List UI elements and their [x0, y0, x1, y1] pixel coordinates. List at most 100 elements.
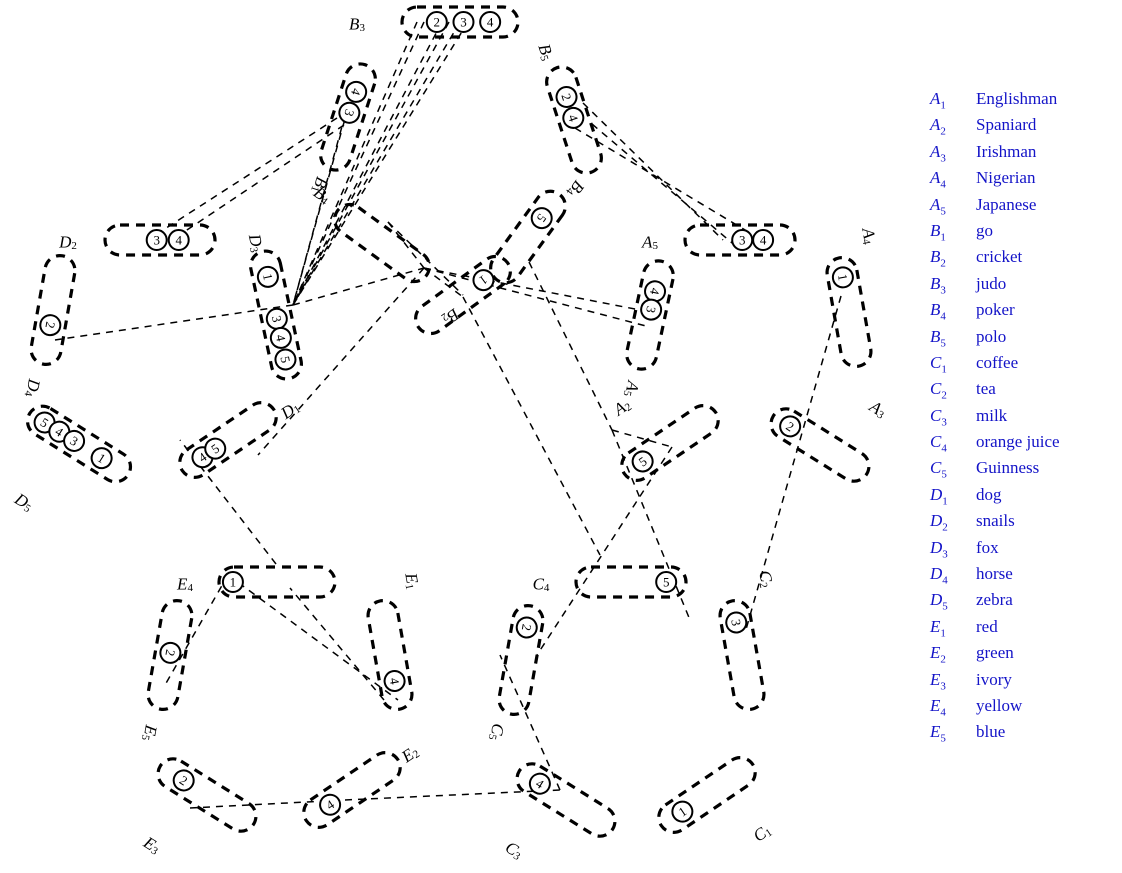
group-label-BA: B4 — [563, 177, 588, 202]
group-C1[interactable]: 1 — [653, 752, 761, 838]
legend-label: judo — [976, 273, 1007, 293]
group-D1[interactable]: 45 — [174, 397, 282, 483]
legend-row: D2 snails — [930, 511, 1120, 534]
graph-node[interactable]: 5 — [655, 571, 678, 593]
graph-node[interactable]: 2 — [776, 413, 804, 441]
group-label-E3: E3 — [139, 832, 164, 858]
group-E3[interactable]: 2 — [152, 753, 261, 837]
group-A3[interactable]: 2 — [765, 403, 874, 487]
legend-row: D5 zebra — [930, 590, 1120, 613]
graph-node[interactable]: 1 — [831, 266, 854, 289]
group-D2[interactable]: 34 — [103, 223, 217, 257]
group-label-B3: B3 — [349, 15, 365, 35]
legend-label: ivory — [976, 669, 1012, 689]
node-label: 3 — [460, 15, 467, 30]
group-capsule — [515, 762, 617, 838]
legend-symbol: E5 — [930, 722, 946, 745]
legend-label: tea — [976, 379, 996, 399]
graph-node[interactable]: 2 — [515, 616, 538, 639]
graph-node[interactable]: 4 — [383, 669, 406, 692]
graph-edge — [574, 127, 771, 246]
graph-node[interactable]: 3 — [145, 229, 168, 251]
graph-node[interactable]: 4 — [479, 11, 502, 33]
group-capsule — [769, 407, 871, 483]
group-capsule — [29, 254, 77, 366]
graph-node[interactable]: 2 — [170, 767, 198, 795]
group-D4[interactable]: 2 — [29, 253, 78, 367]
legend-symbol: D3 — [930, 537, 948, 561]
graph-node[interactable]: 2 — [159, 641, 182, 664]
graph-node[interactable]: 4 — [752, 229, 775, 251]
group-C3[interactable]: 4 — [511, 758, 620, 842]
group-A2[interactable]: 5 — [616, 400, 724, 486]
group-E5[interactable]: 2 — [146, 598, 195, 712]
group-B5[interactable]: 24 — [543, 63, 606, 177]
legend-symbol: D5 — [930, 590, 948, 613]
legend-row: E4 yellow — [930, 697, 1120, 719]
legend-symbol: C4 — [930, 432, 947, 455]
group-D5[interactable]: 5431 — [22, 401, 136, 488]
legend-row: D4 horse — [930, 564, 1120, 587]
legend-row: C3 milk — [930, 407, 1120, 429]
legend-row: D1 dog — [930, 486, 1120, 508]
group-label-B2: B2 — [439, 304, 463, 329]
group-BA[interactable]: 5 — [485, 185, 572, 288]
graph-edge — [292, 21, 450, 306]
graph-node[interactable]: 4 — [344, 79, 369, 104]
graph-edge — [159, 117, 338, 233]
graph-node[interactable]: 1 — [470, 266, 498, 294]
graph-edge — [499, 654, 561, 791]
legend-label: horse — [976, 564, 1013, 584]
graph-node[interactable]: 3 — [725, 611, 748, 634]
legend-label: snails — [976, 511, 1015, 531]
graph-node[interactable]: 2 — [425, 11, 448, 33]
graph-node[interactable]: 1 — [88, 444, 116, 472]
group-label-A4: A4 — [858, 226, 880, 247]
group-E4[interactable]: 1 — [217, 565, 337, 599]
legend-row: E3 ivory — [930, 669, 1120, 692]
graph-node[interactable]: 5 — [274, 348, 298, 372]
group-B3[interactable]: 2 3 4 — [400, 5, 520, 39]
graph-edge — [528, 261, 613, 431]
group-A5b[interactable]: 43 — [624, 258, 676, 372]
graph-node[interactable]: 3 — [265, 307, 289, 331]
graph-node[interactable]: 3 — [337, 100, 362, 125]
group-A4[interactable]: 1 — [825, 255, 874, 369]
legend-row: D3 fox — [930, 537, 1120, 561]
graph-node[interactable]: 2 — [554, 84, 579, 109]
graph-node[interactable]: 2 — [39, 314, 62, 337]
group-A5[interactable]: 34 — [683, 223, 797, 257]
legend-symbol: B5 — [930, 326, 946, 349]
legend-symbol: D2 — [930, 511, 948, 534]
group-B1[interactable]: 43 — [317, 60, 380, 174]
group-C2[interactable]: 3 — [718, 598, 767, 712]
graph-node[interactable]: 4 — [526, 770, 554, 798]
group-D3[interactable]: 1 345 — [248, 248, 304, 381]
graph-node[interactable]: 1 — [256, 265, 280, 289]
group-E2[interactable]: 4 — [298, 747, 406, 833]
graph-node[interactable]: 3 — [452, 11, 475, 33]
group-capsule — [178, 401, 278, 479]
legend-label: blue — [976, 722, 1006, 742]
group-label-E4: E4 — [176, 575, 193, 595]
legend-symbol: C2 — [930, 379, 947, 402]
graph-edge — [611, 429, 673, 448]
group-C4[interactable]: 5 — [574, 565, 688, 599]
graph-node[interactable]: 4 — [269, 326, 293, 350]
graph-node[interactable]: 4 — [561, 105, 586, 130]
graph-edge — [292, 267, 425, 306]
group-C5[interactable]: 2 — [497, 603, 546, 717]
legend-row: E5 blue — [930, 722, 1120, 745]
constraint-graph: 2 3 4B343B124B5B41B25B43 4D22D41345D35431D5… — [10, 5, 890, 863]
graph-node[interactable]: 3 — [731, 229, 754, 251]
graph-node[interactable]: 1 — [221, 571, 244, 593]
legend-row: E1 red — [930, 618, 1120, 640]
group-B4[interactable] — [329, 199, 436, 288]
graph-node[interactable]: 4 — [167, 229, 190, 251]
legend-symbol: A2 — [930, 115, 946, 138]
graph-edge — [227, 574, 399, 701]
graph-node[interactable]: 4 — [316, 791, 344, 819]
groups-layer: 2 3 4B343B124B5B41B25B43 4D22D41345D35431D5… — [10, 5, 890, 863]
legend-symbol: E2 — [930, 643, 946, 666]
legend-symbol: B1 — [930, 220, 946, 244]
